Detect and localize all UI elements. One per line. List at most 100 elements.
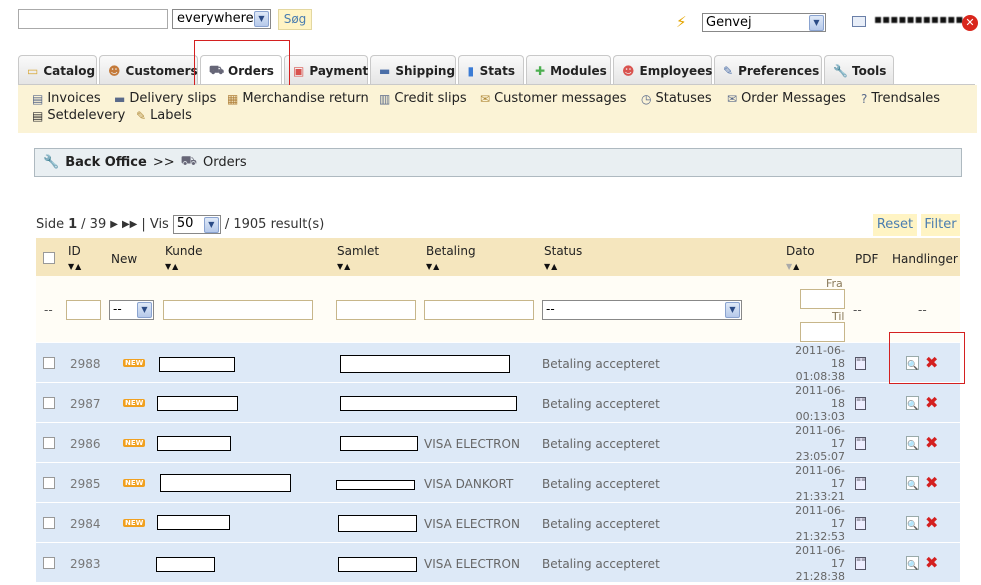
table-row[interactable]: 2987 NEW Betaling accepteret 2011-06- 18… — [36, 383, 960, 423]
payment-method: VISA DANKORT — [424, 477, 514, 491]
chevron-down-icon: ▼ — [725, 302, 740, 318]
tab-customers[interactable]: ☻ Customers — [99, 55, 198, 85]
subnav-trendsales[interactable]: ? Trendsales — [861, 91, 940, 106]
per-page-select[interactable]: 50 ▼ — [172, 215, 221, 234]
filter-status-select[interactable]: -- ▼ — [542, 300, 742, 320]
subnav-label: Setdelevery — [47, 108, 126, 123]
subnav-statuses[interactable]: ◷ Statuses — [641, 91, 712, 106]
row-checkbox[interactable] — [43, 517, 55, 529]
tab-shipping[interactable]: ▬ Shipping — [370, 55, 456, 85]
quick-access-select[interactable]: Genvej ▼ — [702, 13, 826, 32]
pdf-icon[interactable]: ≡≡≡ — [855, 397, 866, 410]
breadcrumb-root[interactable]: Back Office — [65, 155, 147, 170]
current-page: 1 — [68, 217, 78, 232]
select-all-checkbox[interactable] — [43, 252, 55, 264]
actions-highlight — [889, 332, 965, 384]
pdf-icon[interactable]: ≡≡≡ — [855, 517, 866, 530]
pdf-icon[interactable]: ≡≡≡ — [855, 557, 866, 570]
filter-status-value: -- — [546, 302, 555, 316]
column-customer: Kunde — [165, 244, 203, 258]
order-date: 2011-06- 17 21:28:38 — [781, 544, 845, 583]
column-new: New — [111, 252, 138, 266]
view-icon[interactable]: 🔍 — [906, 396, 919, 411]
delete-icon[interactable]: ✖ — [925, 515, 938, 531]
table-header: ID ▼▲ New Kunde ▼▲ Samlet ▼▲ Betaling ▼▲… — [36, 238, 960, 276]
tab-payment[interactable]: ▣ Payment — [284, 55, 368, 85]
pdf-icon[interactable]: ≡≡≡ — [855, 357, 866, 370]
next-page-icon[interactable]: ▶ — [110, 219, 118, 230]
tab-stats[interactable]: ▮ Stats — [458, 55, 524, 85]
delete-icon[interactable]: ✖ — [925, 395, 938, 411]
view-icon[interactable]: 🔍 — [906, 556, 919, 571]
sort-arrows-icon[interactable]: ▼▲ — [544, 262, 558, 271]
tab-employees[interactable]: ☻ Employees — [613, 55, 712, 85]
filter-new-select[interactable]: -- ▼ — [109, 300, 154, 320]
tab-preferences[interactable]: ✎ Preferences — [714, 55, 822, 85]
subnav-invoices[interactable]: ▤ Invoices — [32, 91, 101, 106]
subnav-customer-messages[interactable]: ✉ Customer messages — [480, 91, 627, 106]
filter-total-input[interactable] — [336, 300, 416, 320]
filter-button[interactable]: Filter — [921, 214, 960, 236]
row-checkbox[interactable] — [43, 557, 55, 569]
tab-tools[interactable]: 🔧 Tools — [824, 55, 894, 85]
filter-customer-input[interactable] — [163, 300, 313, 320]
subnav-merchandise-return[interactable]: ▦ Merchandise return — [227, 91, 369, 106]
logout-icon[interactable]: ✕ — [962, 15, 978, 31]
filter-payment-input[interactable] — [424, 300, 534, 320]
subnav-labels[interactable]: ✎ Labels — [136, 108, 192, 123]
table-row[interactable]: 2986 NEW VISA ELECTRON Betaling accepter… — [36, 423, 960, 463]
package-icon: ▦ — [227, 91, 239, 106]
row-checkbox[interactable] — [43, 437, 55, 449]
reset-button[interactable]: Reset — [873, 214, 917, 236]
delete-icon[interactable]: ✖ — [925, 555, 938, 571]
search-scope-select[interactable]: everywhere ▼ — [172, 9, 271, 29]
sort-arrows-icon[interactable]: ▼▲ — [165, 262, 179, 271]
subnav-credit-slips[interactable]: ▥ Credit slips — [379, 91, 467, 106]
redacted-total — [340, 436, 418, 451]
tab-modules[interactable]: ✚ Modules — [526, 55, 611, 85]
filter-id-input[interactable] — [66, 300, 101, 320]
sort-arrows-icon[interactable]: ▼▲ — [68, 262, 82, 271]
date-part: 2011-06- — [795, 544, 845, 557]
date-part: 17 — [831, 437, 845, 450]
pdf-icon[interactable]: ≡≡≡ — [855, 477, 866, 490]
column-status: Status — [544, 244, 583, 258]
person-icon: ☻ — [108, 63, 121, 78]
table-row[interactable]: 2983 VISA ELECTRON Betaling accepteret 2… — [36, 543, 960, 583]
last-page-icon[interactable]: ▶▶ — [122, 219, 137, 230]
subnav-label: Merchandise return — [242, 91, 369, 106]
table-row[interactable]: 2985 NEW VISA DANKORT Betaling acceptere… — [36, 463, 960, 503]
search-button[interactable]: Søg — [278, 9, 312, 30]
delete-icon[interactable]: ✖ — [925, 435, 938, 451]
sort-arrows-icon[interactable]: ▼▲ — [337, 262, 351, 271]
payment-icon: ▣ — [293, 63, 305, 78]
user-name: ▪▪▪▪▪▪▪▪▪▪▪ — [874, 12, 964, 26]
tab-catalog[interactable]: ▭ Catalog — [18, 55, 97, 85]
subnav-setdelevery[interactable]: ▤ Setdelevery — [32, 108, 125, 123]
table-row[interactable]: 2984 NEW VISA ELECTRON Betaling accepter… — [36, 503, 960, 543]
date-to-input[interactable] — [800, 322, 845, 342]
date-from-input[interactable] — [800, 289, 845, 309]
row-checkbox[interactable] — [43, 357, 55, 369]
view-icon[interactable]: 🔍 — [906, 476, 919, 491]
new-badge: NEW — [123, 479, 146, 487]
view-icon[interactable]: 🔍 — [906, 436, 919, 451]
row-checkbox[interactable] — [43, 397, 55, 409]
search-input[interactable] — [18, 9, 168, 29]
table-row[interactable]: 2988 NEW Betaling accepteret 2011-06- 18… — [36, 343, 960, 383]
pdf-icon[interactable]: ≡≡≡ — [855, 437, 866, 450]
date-part: 2011-06- — [795, 384, 845, 397]
tab-label: Catalog — [43, 63, 96, 78]
view-icon[interactable]: 🔍 — [906, 516, 919, 531]
document-icon: ▤ — [32, 108, 44, 123]
new-badge: NEW — [123, 519, 146, 527]
redacted-customer — [157, 396, 238, 411]
sort-arrows-icon[interactable]: ▼▲ — [786, 262, 800, 271]
subnav-delivery-slips[interactable]: ▬ Delivery slips — [114, 91, 216, 106]
delete-icon[interactable]: ✖ — [925, 475, 938, 491]
sort-arrows-icon[interactable]: ▼▲ — [426, 262, 440, 271]
tab-label: Payment — [309, 63, 369, 78]
subnav-order-messages[interactable]: ✉ Order Messages — [727, 91, 846, 106]
total-pages: / 39 — [81, 217, 107, 232]
row-checkbox[interactable] — [43, 477, 55, 489]
